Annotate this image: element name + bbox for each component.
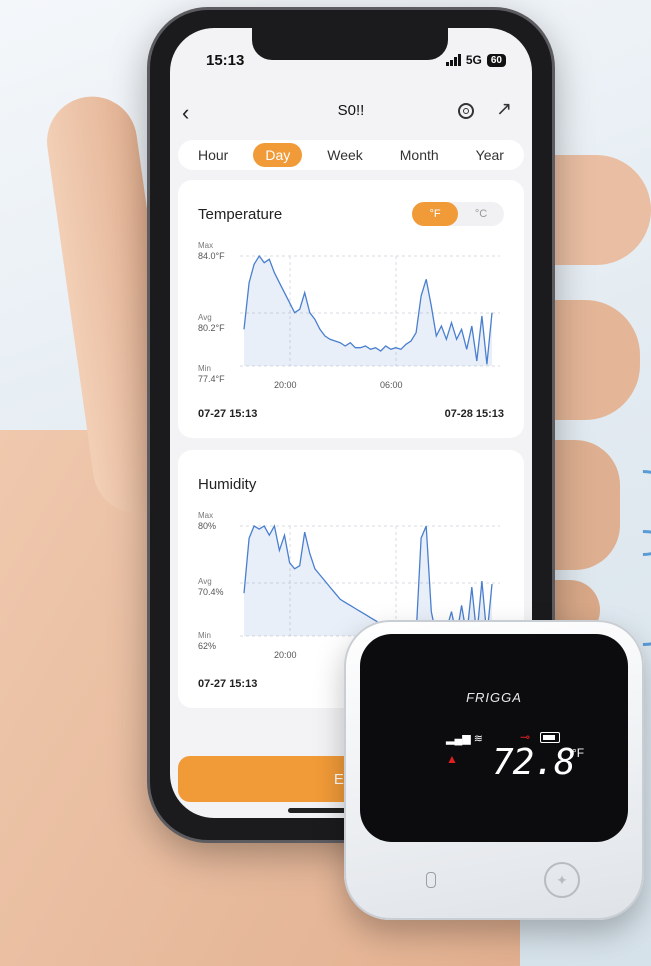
thermometer-icon bbox=[426, 872, 436, 888]
unit-celsius[interactable]: °C bbox=[458, 202, 504, 226]
tab-week[interactable]: Week bbox=[315, 143, 375, 167]
battery-icon: 60 bbox=[486, 53, 506, 67]
min-value: 77.4°F bbox=[198, 374, 225, 384]
phone-notch bbox=[252, 28, 448, 60]
share-icon[interactable]: ↗ bbox=[496, 98, 512, 121]
period-tabs: Hour Day Week Month Year bbox=[178, 140, 524, 170]
device-display: FRIGGA ▂▄▆ ≋ ⊸ ▲ 72.8 °F bbox=[360, 634, 628, 842]
avg-label-text: Avg bbox=[198, 313, 212, 322]
status-indicators: 5G 60 bbox=[445, 53, 506, 67]
max-value: 80% bbox=[198, 521, 217, 531]
max-value: 84.0°F bbox=[198, 251, 225, 261]
avg-value: 70.4% bbox=[198, 587, 224, 597]
tab-day[interactable]: Day bbox=[253, 143, 303, 167]
series-area bbox=[244, 256, 492, 366]
avg-value: 80.2°F bbox=[198, 323, 225, 333]
x-tick: 20:00 bbox=[274, 380, 297, 390]
nav-bar: ‹ S0!! ↗ bbox=[170, 98, 532, 128]
humidity-title: Humidity bbox=[198, 476, 257, 493]
max-label-text: Max bbox=[198, 511, 214, 520]
display-signal-icon: ▂▄▆ ≋ bbox=[446, 733, 483, 745]
y-min-label: Min 62% bbox=[198, 630, 216, 652]
tab-month[interactable]: Month bbox=[388, 143, 451, 167]
device-button-icon[interactable]: ✦ bbox=[544, 862, 580, 898]
display-unit: °F bbox=[572, 746, 585, 760]
range-start: 07-27 15:13 bbox=[198, 408, 258, 420]
y-min-label: Min 77.4°F bbox=[198, 363, 225, 385]
hand-finger bbox=[540, 300, 640, 420]
tab-year[interactable]: Year bbox=[464, 143, 516, 167]
x-tick: 20:00 bbox=[274, 650, 297, 660]
display-reading: 72.8 bbox=[492, 742, 576, 783]
temperature-chart bbox=[240, 254, 500, 367]
range-start: 07-27 15:13 bbox=[198, 678, 258, 690]
sensor-device: FRIGGA ▂▄▆ ≋ ⊸ ▲ 72.8 °F ✦ bbox=[344, 620, 644, 920]
unit-fahrenheit[interactable]: °F bbox=[412, 202, 458, 226]
max-label-text: Max bbox=[198, 241, 214, 250]
temperature-title: Temperature bbox=[198, 206, 283, 223]
y-max-label: Max 84.0°F bbox=[198, 240, 225, 262]
page-title: S0!! bbox=[337, 102, 365, 119]
min-label-text: Min bbox=[198, 364, 211, 373]
display-alarm-icon: ▲ bbox=[446, 752, 458, 766]
y-avg-label: Avg 80.2°F bbox=[198, 312, 225, 334]
hand-finger bbox=[540, 155, 651, 265]
settings-icon[interactable] bbox=[458, 103, 474, 119]
unit-toggle: °F °C bbox=[412, 202, 504, 226]
signal-icon bbox=[445, 54, 461, 66]
status-time: 15:13 bbox=[206, 52, 245, 69]
y-max-label: Max 80% bbox=[198, 510, 216, 532]
min-value: 62% bbox=[198, 641, 217, 651]
avg-label-text: Avg bbox=[198, 577, 212, 586]
tab-hour[interactable]: Hour bbox=[186, 143, 240, 167]
y-avg-label: Avg 70.4% bbox=[198, 576, 224, 598]
network-label: 5G bbox=[465, 53, 482, 67]
range-end: 07-28 15:13 bbox=[444, 408, 504, 420]
x-tick: 06:00 bbox=[380, 380, 403, 390]
min-label-text: Min bbox=[198, 631, 211, 640]
device-brand-logo: FRIGGA bbox=[466, 690, 522, 705]
temperature-card: Temperature °F °C Max 84.0°F Avg 80.2°F Mi… bbox=[178, 180, 524, 438]
